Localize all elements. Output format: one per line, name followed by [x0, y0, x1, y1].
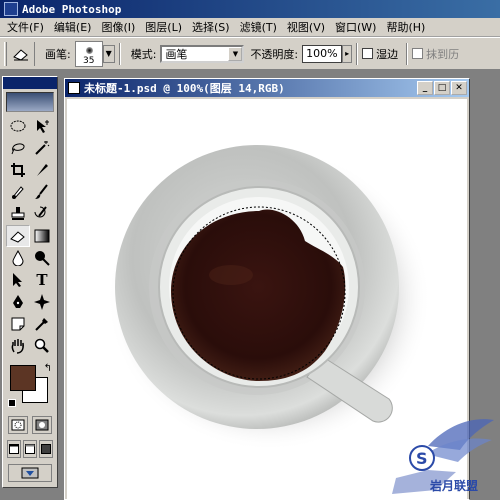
document-title: 未标题-1.psd @ 100%(图层 14,RGB) — [84, 82, 285, 95]
healing-brush-tool-icon[interactable] — [6, 181, 30, 203]
wet-edges-checkbox[interactable] — [362, 48, 374, 59]
minimize-button[interactable]: _ — [417, 81, 433, 95]
separator — [406, 42, 409, 65]
close-button[interactable]: ✕ — [451, 81, 467, 95]
full-screen-menu-mode-icon[interactable] — [23, 440, 37, 458]
opacity-dropdown-button[interactable]: ▸ — [342, 44, 353, 63]
toolbox: T ↰ — [2, 76, 58, 488]
standard-mode-button[interactable] — [8, 416, 28, 434]
eraser-tool-icon[interactable] — [6, 225, 30, 247]
type-tool-icon[interactable]: T — [30, 269, 54, 291]
foreground-color-swatch[interactable] — [10, 365, 36, 391]
chevron-down-icon[interactable]: ▼ — [228, 46, 243, 61]
brush-tool-icon[interactable] — [30, 181, 54, 203]
toolbox-titlebar[interactable] — [3, 77, 57, 89]
brush-dropdown-button[interactable]: ▼ — [102, 44, 115, 63]
blur-tool-icon[interactable] — [6, 247, 30, 269]
menubar: 文件(F) 编辑(E) 图像(I) 图层(L) 选择(S) 滤镜(T) 视图(V… — [0, 18, 500, 37]
brush-preview[interactable]: 35 — [74, 40, 103, 67]
brush-size: 35 — [82, 55, 95, 66]
menu-layer[interactable]: 图层(L) — [140, 19, 187, 35]
svg-text:S: S — [416, 449, 428, 468]
app-title: Adobe Photoshop — [22, 2, 122, 16]
default-colors-icon[interactable] — [8, 399, 16, 407]
erase-history-label: 抹到历 — [426, 47, 460, 61]
document-icon — [68, 82, 80, 94]
eraser-tool-preset-icon[interactable] — [11, 41, 35, 66]
pen-tool-icon[interactable] — [6, 291, 30, 313]
mode-label: 模式: — [130, 47, 157, 61]
menu-window[interactable]: 窗口(W) — [330, 19, 381, 35]
menu-select[interactable]: 选择(S) — [187, 19, 235, 35]
opacity-label: 不透明度: — [250, 47, 299, 61]
menu-image[interactable]: 图像(I) — [96, 19, 140, 35]
mode-select[interactable]: 画笔 ▼ — [160, 44, 245, 63]
maximize-button[interactable]: □ — [434, 81, 450, 95]
opacity-input[interactable]: 100% — [302, 44, 343, 63]
marquee-tool-icon[interactable] — [6, 115, 30, 137]
menu-file[interactable]: 文件(F) — [2, 19, 49, 35]
quick-mask-mode-button[interactable] — [32, 416, 52, 434]
notes-tool-icon[interactable] — [6, 313, 30, 335]
menu-edit[interactable]: 编辑(E) — [49, 19, 97, 35]
history-brush-tool-icon[interactable] — [30, 203, 54, 225]
lasso-tool-icon[interactable] — [6, 137, 30, 159]
slice-tool-icon[interactable] — [30, 159, 54, 181]
brush-tip-icon — [85, 46, 93, 54]
watermark-text: 岩月联盟 — [429, 478, 478, 493]
menu-filter[interactable]: 滤镜(T) — [235, 19, 282, 35]
options-grip[interactable] — [4, 41, 7, 66]
clone-stamp-tool-icon[interactable] — [6, 203, 30, 225]
zoom-tool-icon[interactable] — [30, 335, 54, 357]
photoshop-eye-logo[interactable] — [6, 92, 54, 112]
opacity-value: 100% — [306, 47, 338, 60]
separator — [356, 42, 359, 65]
app-titlebar: Adobe Photoshop — [0, 0, 500, 18]
full-screen-mode-icon[interactable] — [39, 440, 53, 458]
photoshop-icon — [4, 2, 18, 16]
watermark-logo: S 岩月联盟 — [376, 406, 496, 496]
winged-s-emblem-icon: S 岩月联盟 — [392, 419, 494, 494]
gradient-tool-icon[interactable] — [30, 225, 54, 247]
document-titlebar[interactable]: 未标题-1.psd @ 100%(图层 14,RGB) _ □ ✕ — [65, 79, 469, 97]
standard-screen-mode-icon[interactable] — [7, 440, 21, 458]
brush-label: 画笔: — [45, 47, 71, 61]
options-bar: 画笔: 35 ▼ 模式: 画笔 ▼ 不透明度: 100% ▸ 湿边 抹到历 — [0, 37, 500, 70]
custom-shape-tool-icon[interactable] — [30, 291, 54, 313]
move-tool-icon[interactable] — [30, 115, 54, 137]
color-swatches: ↰ — [6, 361, 54, 409]
magic-wand-tool-icon[interactable] — [30, 137, 54, 159]
eyedropper-tool-icon[interactable] — [30, 313, 54, 335]
menu-help[interactable]: 帮助(H) — [381, 19, 430, 35]
jump-to-imageready-icon[interactable] — [8, 464, 52, 482]
swap-colors-icon[interactable]: ↰ — [44, 363, 52, 374]
crop-tool-icon[interactable] — [6, 159, 30, 181]
separator — [118, 42, 121, 65]
erase-history-checkbox[interactable] — [412, 48, 424, 59]
mode-value: 画笔 — [165, 47, 188, 61]
path-selection-tool-icon[interactable] — [6, 269, 30, 291]
hand-tool-icon[interactable] — [6, 335, 30, 357]
dodge-tool-icon[interactable] — [30, 247, 54, 269]
wet-edges-label: 湿边 — [376, 47, 399, 61]
menu-view[interactable]: 视图(V) — [282, 19, 330, 35]
